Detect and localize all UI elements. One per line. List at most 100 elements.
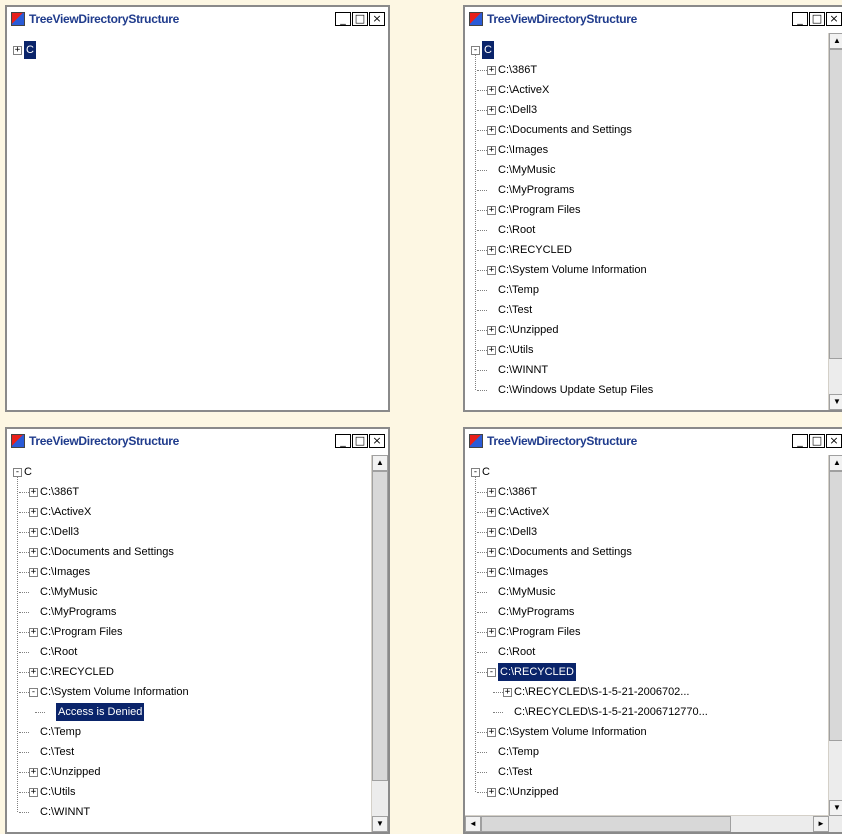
tree-node-label[interactable]: C:\Utils: [40, 783, 75, 801]
scroll-thumb[interactable]: [372, 471, 388, 781]
tree-node[interactable]: C:\Temp: [487, 743, 539, 761]
tree-node-label[interactable]: C:\Test: [498, 301, 532, 319]
tree-node[interactable]: C:\Root: [487, 643, 535, 661]
tree-node[interactable]: + C:\Unzipped: [487, 783, 559, 801]
tree-node-label[interactable]: C: [24, 463, 32, 481]
tree-node-label[interactable]: C:\Documents and Settings: [40, 543, 174, 561]
tree-node-label[interactable]: C:\ActiveX: [40, 503, 91, 521]
tree-node[interactable]: C:\MyPrograms: [487, 603, 574, 621]
title-bar[interactable]: TreeViewDirectoryStructure _ □ ×: [465, 429, 842, 455]
expand-icon[interactable]: +: [487, 627, 496, 637]
collapse-icon[interactable]: -: [487, 667, 496, 677]
tree-node-label[interactable]: C:\System Volume Information: [498, 723, 647, 741]
tree-node-label[interactable]: C:\Temp: [498, 281, 539, 299]
minimize-button[interactable]: _: [792, 12, 808, 26]
tree-node-label[interactable]: C:\Program Files: [498, 201, 581, 219]
tree-node[interactable]: + C:\386T: [29, 483, 79, 501]
tree-node-label[interactable]: C:\Root: [498, 643, 535, 661]
tree-node[interactable]: + C:\Dell3: [29, 523, 79, 541]
tree-node-label[interactable]: C: [24, 41, 36, 59]
expand-icon[interactable]: +: [29, 667, 38, 677]
tree-node-label[interactable]: C:\Unzipped: [498, 321, 559, 339]
tree-node[interactable]: + C:\Utils: [29, 783, 75, 801]
tree-node[interactable]: + C:\386T: [487, 483, 537, 501]
tree-node-label[interactable]: C:\Unzipped: [40, 763, 101, 781]
tree-node-label[interactable]: C:\Dell3: [498, 523, 537, 541]
tree-node[interactable]: + C:\ActiveX: [487, 503, 549, 521]
close-button[interactable]: ×: [369, 434, 385, 448]
tree-node[interactable]: C:\MyPrograms: [487, 181, 574, 199]
tree-node[interactable]: + C:\Unzipped: [487, 321, 559, 339]
expand-icon[interactable]: +: [487, 65, 496, 75]
title-bar[interactable]: TreeViewDirectoryStructure _ □ ×: [465, 7, 842, 33]
collapse-icon[interactable]: -: [29, 687, 38, 697]
vertical-scrollbar[interactable]: ▲ ▼: [828, 33, 842, 410]
scroll-up-button[interactable]: ▲: [372, 455, 388, 471]
expand-icon[interactable]: +: [503, 687, 512, 697]
expand-icon[interactable]: +: [29, 527, 38, 537]
tree-node[interactable]: C:\Test: [487, 763, 532, 781]
expand-icon[interactable]: +: [487, 787, 496, 797]
tree-node[interactable]: + C:\386T: [487, 61, 537, 79]
expand-icon[interactable]: +: [487, 85, 496, 95]
expand-icon[interactable]: +: [487, 727, 496, 737]
scroll-thumb[interactable]: [829, 471, 842, 741]
expand-icon[interactable]: +: [29, 487, 38, 497]
tree-node-label[interactable]: C:\Windows Update Setup Files: [498, 381, 653, 399]
tree-node-label[interactable]: C: [482, 41, 494, 59]
tree-node-label[interactable]: C:\RECYCLED: [498, 663, 576, 681]
tree-node[interactable]: + C:\Dell3: [487, 523, 537, 541]
tree-node-label[interactable]: C:\Program Files: [498, 623, 581, 641]
tree-node-label[interactable]: C:\RECYCLED: [498, 241, 572, 259]
tree-node[interactable]: + C:\Images: [487, 141, 548, 159]
tree-node[interactable]: -C: [13, 463, 32, 481]
tree-node[interactable]: + C:\RECYCLED\S-1-5-21-2006702...: [503, 683, 689, 701]
tree-view[interactable]: - C + C:\386T + C:\ActiveX + C:\Dell3 + C:\Docume…: [465, 455, 842, 832]
tree-node[interactable]: Access is Denied: [45, 703, 145, 721]
expand-icon[interactable]: +: [29, 627, 38, 637]
tree-node-label[interactable]: C:\MyMusic: [40, 583, 97, 601]
minimize-button[interactable]: _: [335, 12, 351, 26]
tree-node-label[interactable]: C:\Temp: [40, 723, 81, 741]
tree-node-label[interactable]: C:\System Volume Information: [498, 261, 647, 279]
tree-node-label[interactable]: C:\Documents and Settings: [498, 543, 632, 561]
title-bar[interactable]: TreeViewDirectoryStructure _ □ ×: [7, 429, 388, 455]
tree-node-label[interactable]: C:\MyMusic: [498, 583, 555, 601]
horizontal-scrollbar[interactable]: ◄ ►: [465, 815, 829, 832]
tree-node-label[interactable]: C:\MyPrograms: [498, 181, 574, 199]
tree-node[interactable]: + C:\Unzipped: [29, 763, 101, 781]
tree-node[interactable]: C:\Root: [487, 221, 535, 239]
expand-icon[interactable]: +: [29, 767, 38, 777]
expand-icon[interactable]: +: [487, 145, 496, 155]
tree-node[interactable]: + C:\System Volume Information: [487, 723, 647, 741]
vertical-scrollbar[interactable]: ▲ ▼: [371, 455, 388, 832]
tree-node[interactable]: + C: [13, 41, 36, 59]
tree-node-label[interactable]: C:\Program Files: [40, 623, 123, 641]
tree-node[interactable]: C:\MyMusic: [29, 583, 97, 601]
tree-node-label[interactable]: C:\RECYCLED\S-1-5-21-2006702...: [514, 683, 689, 701]
collapse-icon[interactable]: -: [13, 467, 22, 477]
tree-node-label[interactable]: C:\Images: [40, 563, 90, 581]
tree-node[interactable]: C:\Test: [29, 743, 74, 761]
tree-node[interactable]: + C:\Dell3: [487, 101, 537, 119]
tree-node-label[interactable]: C:\Root: [498, 221, 535, 239]
close-button[interactable]: ×: [826, 434, 842, 448]
scroll-down-button[interactable]: ▼: [829, 800, 842, 816]
tree-node-label[interactable]: C:\Unzipped: [498, 783, 559, 801]
tree-node-label[interactable]: C:\MyPrograms: [498, 603, 574, 621]
tree-node[interactable]: - C:\System Volume Information: [29, 683, 189, 701]
collapse-icon[interactable]: -: [471, 45, 480, 55]
tree-node-label[interactable]: C:\Images: [498, 563, 548, 581]
tree-node[interactable]: C:\MyMusic: [487, 583, 555, 601]
tree-node[interactable]: C:\WINNT: [29, 803, 90, 821]
minimize-button[interactable]: _: [335, 434, 351, 448]
scroll-down-button[interactable]: ▼: [372, 816, 388, 832]
close-button[interactable]: ×: [826, 12, 842, 26]
expand-icon[interactable]: +: [487, 527, 496, 537]
tree-node-label[interactable]: Access is Denied: [56, 703, 145, 721]
expand-icon[interactable]: +: [29, 567, 38, 577]
maximize-button[interactable]: □: [352, 434, 368, 448]
expand-icon[interactable]: +: [487, 245, 496, 255]
expand-icon[interactable]: +: [487, 265, 496, 275]
expand-icon[interactable]: +: [487, 487, 496, 497]
